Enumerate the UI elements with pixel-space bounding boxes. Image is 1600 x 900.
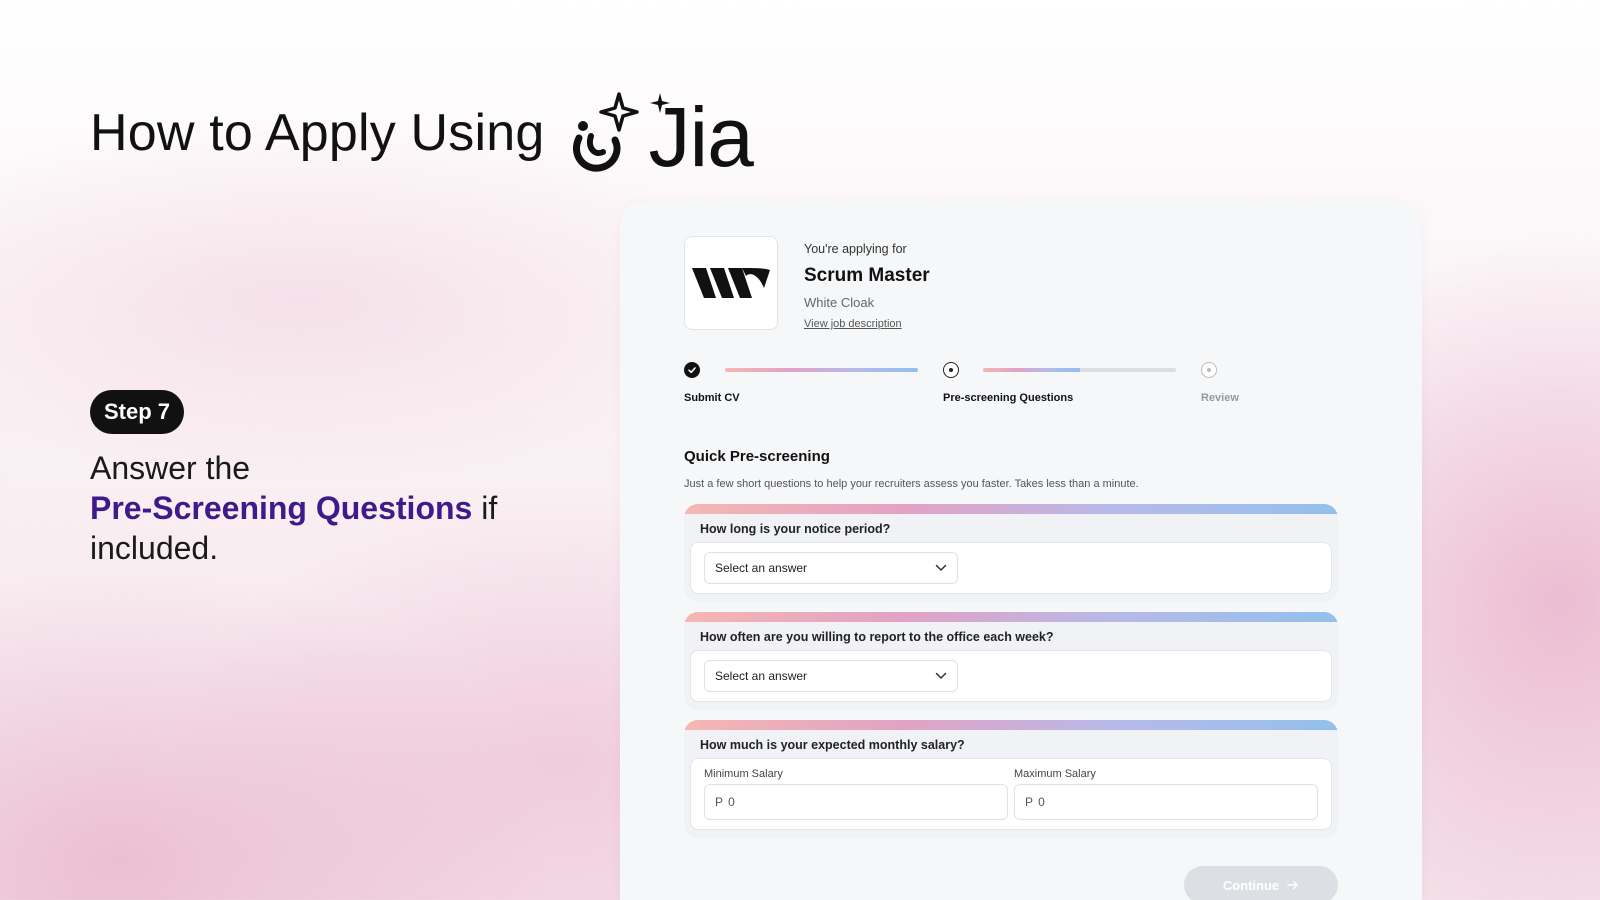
applying-label: You're applying for [804,242,907,256]
step-desc-prefix: Answer the [90,450,251,486]
question-card-office-frequency: How often are you willing to report to t… [684,612,1338,710]
sparkle-icon [649,93,670,113]
job-title: Scrum Master [804,265,930,286]
min-salary-input[interactable]: P 0 [704,784,1008,820]
step-submit-cv-check-icon [684,362,700,378]
prescreening-title: Quick Pre-screening [684,448,830,465]
step-description: Answer the Pre-Screening Questions if in… [90,448,530,568]
continue-label: Continue [1222,877,1280,893]
headline: How to Apply Using Jia [90,88,775,179]
view-job-description-link[interactable]: View job description [804,318,930,330]
question-body: Minimum Salary P 0 Maximum Salary P 0 [690,758,1332,830]
brand-logo: Jia [569,88,775,179]
step-review-dot-icon [1201,362,1217,378]
step-badge: Step 7 [90,390,185,434]
question-accent-bar [684,612,1338,622]
step-label-review: Review [1201,392,1239,404]
select-placeholder: Select an answer [715,669,808,683]
office-frequency-select[interactable]: Select an answer [704,660,958,692]
progress-track-1 [725,368,918,372]
min-salary-group: Minimum Salary P 0 [704,768,1008,820]
select-placeholder: Select an answer [715,561,808,575]
question-accent-bar [684,504,1338,514]
step-label-submit-cv: Submit CV [684,392,740,404]
max-salary-input[interactable]: P 0 [1014,784,1318,820]
question-card-notice-period: How long is your notice period? Select a… [684,504,1338,602]
question-body: Select an answer [690,542,1332,594]
question-accent-bar [684,720,1338,730]
notice-period-select[interactable]: Select an answer [704,552,958,584]
chevron-down-icon [935,564,947,571]
step-desc-highlight: Pre-Screening Questions [90,490,473,526]
min-salary-label: Minimum Salary [704,768,783,780]
company-name: White Cloak [804,295,875,310]
application-card: You're applying for Scrum Master White C… [620,202,1422,900]
arrow-right-icon [1287,880,1298,890]
step-label-prescreening: Pre-screening Questions [943,392,1074,404]
step-prescreening-dot-icon [943,362,959,378]
question-title: How long is your notice period? [700,522,891,536]
progress-track-2 [983,368,1176,372]
headline-text: How to Apply Using [90,104,545,162]
job-info: You're applying for Scrum Master White C… [804,236,930,330]
white-cloak-logo-icon [692,268,770,298]
job-header: You're applying for Scrum Master White C… [684,236,930,330]
jia-logo-icon [572,92,639,172]
question-title: How much is your expected monthly salary… [700,738,965,752]
chevron-down-icon [935,672,947,679]
progress-stepper: Submit CV Pre-screening Questions Review [684,362,1264,412]
max-salary-group: Maximum Salary P 0 [1014,768,1318,820]
question-body: Select an answer [690,650,1332,702]
question-title: How often are you willing to report to t… [700,630,1054,644]
company-logo [684,236,778,330]
prescreening-subtitle: Just a few short questions to help your … [684,478,1139,490]
salary-row: Minimum Salary P 0 Maximum Salary P 0 [704,768,1318,820]
question-card-expected-salary: How much is your expected monthly salary… [684,720,1338,838]
continue-button[interactable]: Continue [1184,866,1338,900]
max-salary-label: Maximum Salary [1014,768,1096,780]
